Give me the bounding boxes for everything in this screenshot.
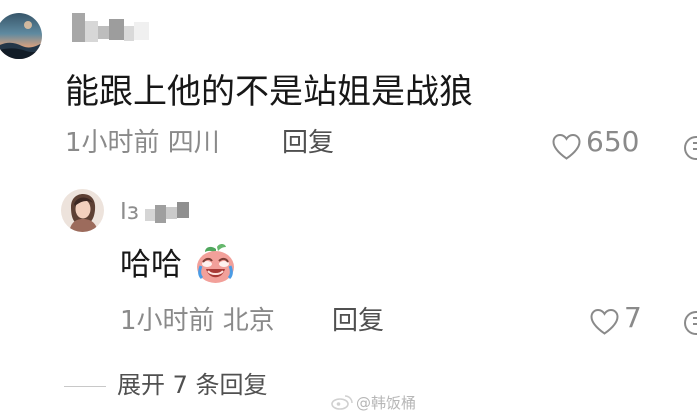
comment-time-location: 1小时前 四川 (65, 128, 220, 158)
comment-more-menu-icon[interactable] (684, 136, 697, 160)
replies-divider (64, 386, 106, 387)
reply-username-masked[interactable]: Ιз (120, 198, 194, 226)
comment-content: 能跟上他的不是站姐是战狼 (65, 72, 473, 112)
heart-outline-icon[interactable] (551, 132, 582, 161)
comment-avatar[interactable] (0, 13, 42, 59)
reply-more-menu-icon[interactable] (684, 311, 697, 335)
comment-like-count: 650 (586, 125, 640, 158)
watermark-text: @韩饭桶 (356, 394, 417, 412)
reply-content: 哈哈 (120, 247, 182, 283)
weibo-logo-icon (331, 395, 353, 410)
heart-outline-icon[interactable] (589, 307, 620, 336)
comment-reply-button[interactable]: 回复 (282, 127, 334, 159)
reply-time-location: 1小时前 北京 (120, 306, 275, 336)
reply-avatar[interactable] (61, 189, 104, 232)
crying-laughing-emoji-icon (197, 244, 234, 283)
avatar-landscape-icon (0, 21, 42, 59)
reply-avatar-portrait-icon (61, 189, 104, 232)
comment-username-masked[interactable] (72, 13, 149, 43)
expand-replies-button[interactable]: 展开 7 条回复 (117, 369, 268, 401)
reply-like-count: 7 (624, 301, 642, 334)
reply-reply-button[interactable]: 回复 (332, 305, 384, 337)
